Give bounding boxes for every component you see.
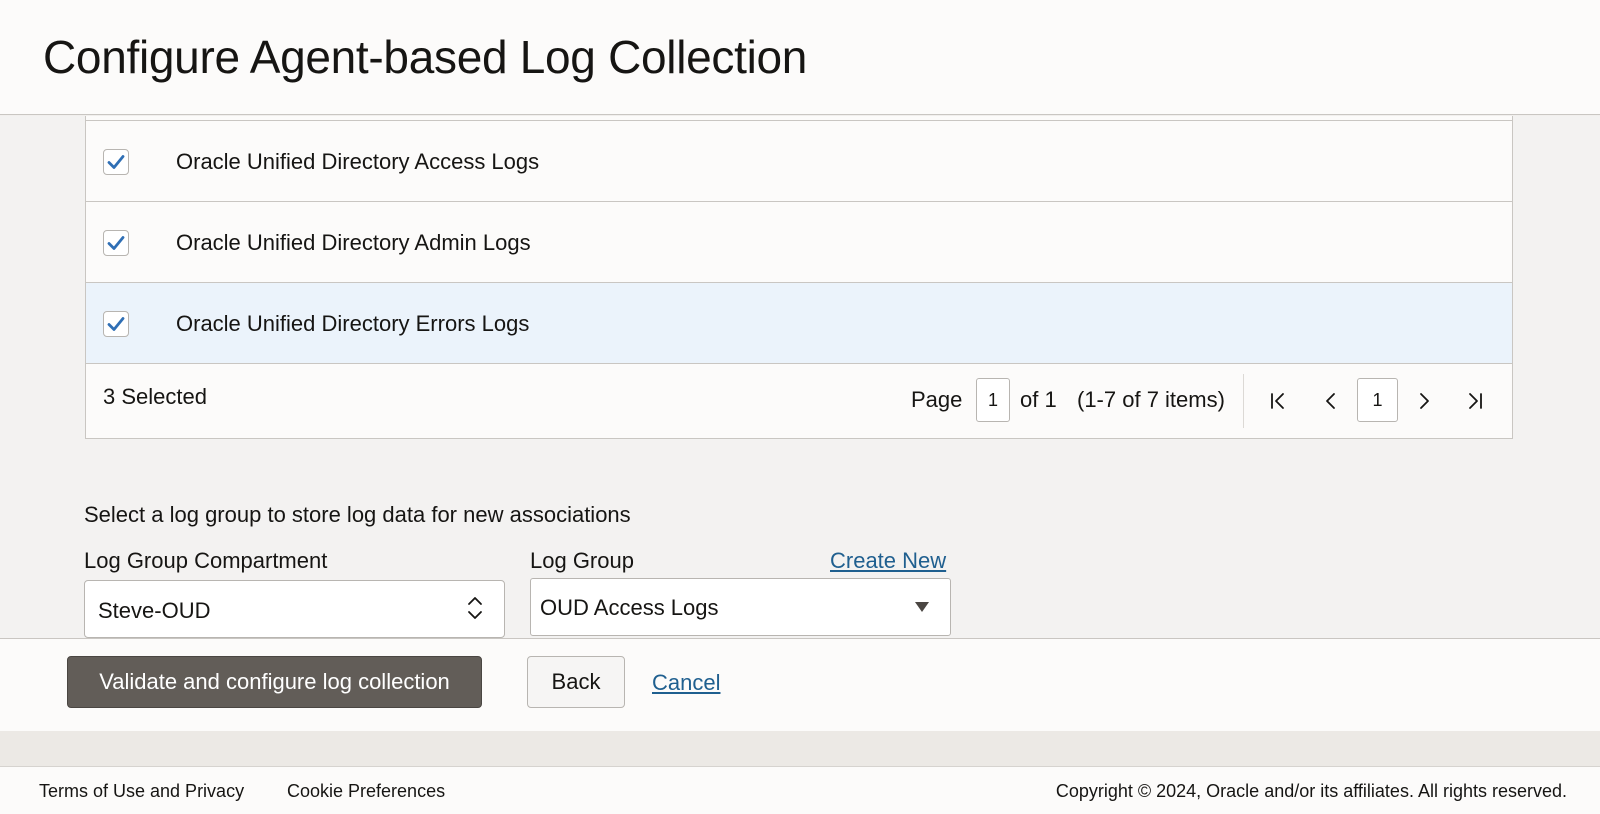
main-content: Oracle Unified Directory Access Logs Ora… xyxy=(0,116,1600,638)
row-label: Oracle Unified Directory Errors Logs xyxy=(176,311,530,336)
pager-divider xyxy=(1243,374,1244,428)
page-number-input[interactable]: 1 xyxy=(976,378,1010,422)
log-group-label: Log Group xyxy=(530,548,634,573)
chevron-left-icon xyxy=(1326,393,1335,409)
decorative-band xyxy=(0,731,1600,767)
first-page-icon xyxy=(1271,393,1284,409)
table-row-highlighted[interactable]: Oracle Unified Directory Errors Logs xyxy=(86,283,1512,364)
compartment-value: Steve-OUD xyxy=(98,598,211,623)
items-range: (1-7 of 7 items) xyxy=(1077,387,1225,412)
log-sources-table: Oracle Unified Directory Access Logs Ora… xyxy=(85,116,1513,439)
row-checkbox[interactable] xyxy=(103,311,129,337)
cancel-link[interactable]: Cancel xyxy=(652,670,720,696)
table-row[interactable]: Oracle Unified Directory Admin Logs xyxy=(86,202,1512,283)
row-checkbox[interactable] xyxy=(103,149,129,175)
cookie-preferences-link[interactable]: Cookie Preferences xyxy=(287,781,445,802)
page-header: Configure Agent-based Log Collection xyxy=(0,0,1600,115)
page-label: Page xyxy=(911,387,963,412)
terms-link[interactable]: Terms of Use and Privacy xyxy=(39,781,244,802)
row-label: Oracle Unified Directory Admin Logs xyxy=(176,230,531,255)
first-page-button[interactable] xyxy=(1265,388,1291,414)
check-icon xyxy=(107,317,125,331)
log-group-select[interactable]: OUD Access Logs xyxy=(530,578,951,636)
chevron-up-down-icon xyxy=(468,597,482,619)
compartment-select[interactable]: Steve-OUD xyxy=(84,580,505,638)
check-icon xyxy=(107,236,125,250)
page-footer: Terms of Use and Privacy Cookie Preferen… xyxy=(0,767,1600,814)
current-page-box[interactable]: 1 xyxy=(1357,378,1398,422)
last-page-button[interactable] xyxy=(1462,388,1488,414)
copyright-text: Copyright © 2024, Oracle and/or its affi… xyxy=(1055,781,1567,801)
caret-down-icon xyxy=(915,602,929,612)
next-page-button[interactable] xyxy=(1411,388,1437,414)
back-button[interactable]: Back xyxy=(527,656,625,708)
page-total: of 1 xyxy=(1020,387,1057,412)
row-checkbox[interactable] xyxy=(103,230,129,256)
check-icon xyxy=(107,155,125,169)
compartment-label: Log Group Compartment xyxy=(84,548,328,573)
table-footer: 3 Selected Page 1 of 1 (1-7 of 7 items) … xyxy=(86,364,1512,438)
log-group-instruction: Select a log group to store log data for… xyxy=(84,502,631,527)
table-row[interactable]: Oracle Unified Directory Access Logs xyxy=(86,121,1512,202)
row-label: Oracle Unified Directory Access Logs xyxy=(176,149,540,174)
log-group-value: OUD Access Logs xyxy=(540,595,719,620)
validate-configure-button[interactable]: Validate and configure log collection xyxy=(67,656,482,708)
selected-count: 3 Selected xyxy=(103,384,207,409)
create-new-link[interactable]: Create New xyxy=(830,548,946,574)
previous-page-button[interactable] xyxy=(1318,388,1344,414)
last-page-icon xyxy=(1469,393,1482,409)
page-title: Configure Agent-based Log Collection xyxy=(43,31,808,83)
chevron-right-icon xyxy=(1420,393,1429,409)
action-bar: Validate and configure log collection Ba… xyxy=(0,638,1600,731)
